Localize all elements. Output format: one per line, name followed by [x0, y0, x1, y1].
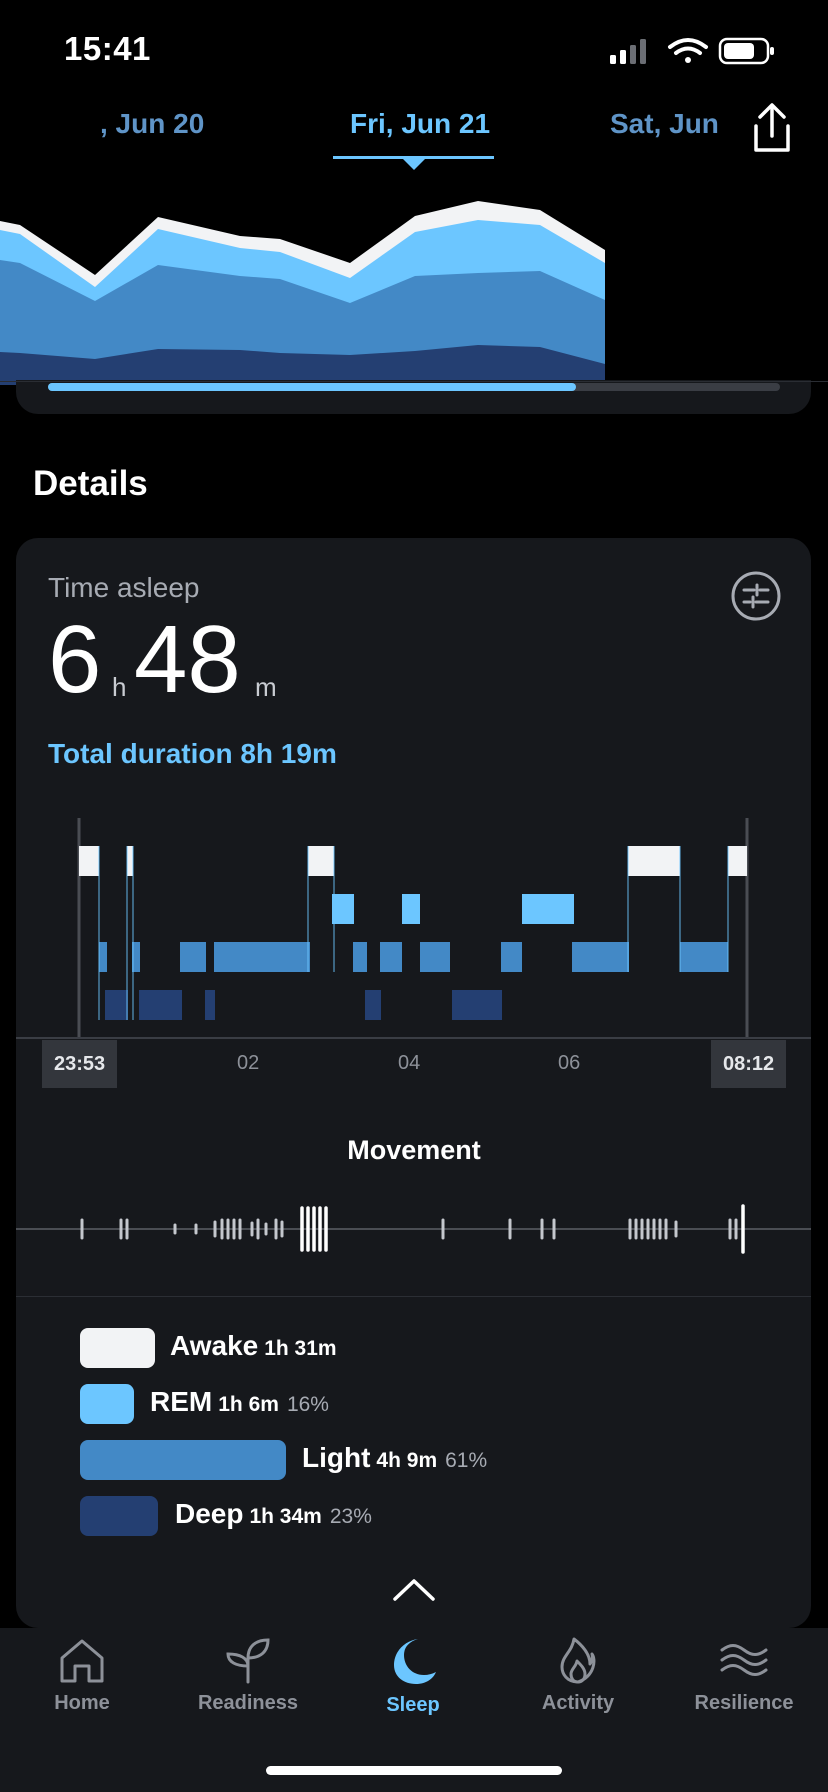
sliders-icon[interactable]	[730, 570, 782, 622]
details-title: Details	[33, 464, 148, 503]
weekly-sleep-area-chart[interactable]	[0, 180, 828, 385]
sleep-end-badge: 08:12	[711, 1040, 787, 1088]
tab-activity-label: Activity	[541, 1692, 615, 1714]
hypnogram-deep	[105, 990, 502, 1020]
movement-title: Movement	[347, 1135, 481, 1165]
home-indicator	[266, 1766, 562, 1775]
status-icons	[610, 37, 774, 65]
sleep-stage-hypnogram[interactable]	[16, 810, 811, 1090]
legend-deep-swatch	[80, 1496, 158, 1536]
asleep-minutes: 48	[134, 606, 241, 713]
tab-readiness[interactable]: Readiness	[183, 1636, 313, 1726]
tab-sleep-label: Sleep	[386, 1694, 440, 1716]
date-tab-next[interactable]: Sat, Jun	[610, 108, 720, 140]
legend-light-swatch	[80, 1440, 286, 1480]
legend-awake-swatch	[80, 1328, 155, 1368]
legend-divider	[16, 1296, 811, 1297]
chevron-up-icon[interactable]	[392, 1578, 436, 1602]
asleep-minutes-unit: m	[255, 672, 277, 702]
hypnogram-awake	[79, 846, 747, 876]
legend-rem-percent: 16%	[286, 1393, 329, 1416]
hypnogram-light	[99, 942, 728, 972]
moon-icon	[394, 1639, 436, 1684]
legend-awake-duration: 1h 31m	[264, 1337, 337, 1360]
home-icon	[60, 1639, 104, 1683]
movement-strip[interactable]	[16, 1200, 811, 1260]
date-prev-label: , Jun 20	[100, 108, 205, 139]
date-caret-icon	[402, 158, 426, 170]
tab-sleep[interactable]: Sleep	[348, 1636, 478, 1726]
time-asleep-label: Time asleep	[48, 572, 200, 603]
date-tab-current[interactable]: Fri, Jun 21	[350, 108, 490, 140]
hypnogram-boundaries	[16, 818, 811, 1039]
hypnogram-rem	[332, 894, 574, 924]
sleep-start-badge: 23:53	[42, 1040, 118, 1088]
tab-resilience-label: Resilience	[694, 1692, 794, 1714]
date-tab-prev[interactable]: , Jun 20	[100, 108, 280, 140]
asleep-hours-unit: h	[112, 672, 127, 702]
status-time: 15:41	[64, 30, 151, 67]
chart-baseline	[0, 381, 828, 382]
legend-light-duration: 4h 9m	[376, 1449, 438, 1472]
time-tick-04: 04	[398, 1052, 421, 1074]
tab-home-label: Home	[54, 1692, 110, 1714]
sprout-icon	[226, 1638, 270, 1684]
tab-home[interactable]: Home	[17, 1636, 147, 1726]
waves-icon	[720, 1644, 768, 1676]
legend-rem-swatch	[80, 1384, 134, 1424]
time-tick-06: 06	[558, 1052, 581, 1074]
legend-deep-duration: 1h 34m	[249, 1505, 322, 1528]
chart-scroll-thumb[interactable]	[48, 383, 576, 391]
total-duration: Total duration 8h 19m	[48, 738, 337, 769]
wifi-icon	[668, 38, 708, 63]
signal-icon	[610, 39, 646, 64]
asleep-hours: 6	[48, 606, 102, 713]
legend-deep-percent: 23%	[329, 1505, 372, 1528]
share-icon[interactable]	[748, 102, 796, 154]
legend-rem-name: REM	[150, 1386, 213, 1417]
tab-resilience[interactable]: Resilience	[679, 1636, 809, 1726]
legend-light-name: Light	[302, 1442, 371, 1473]
tab-activity[interactable]: Activity	[513, 1636, 643, 1726]
battery-icon	[718, 37, 774, 65]
tab-readiness-label: Readiness	[197, 1692, 299, 1714]
legend-deep-name: Deep	[175, 1498, 244, 1529]
legend-light-percent: 61%	[445, 1449, 488, 1472]
time-tick-02: 02	[237, 1052, 260, 1074]
legend-rem-duration: 1h 6m	[218, 1393, 279, 1416]
flame-icon	[560, 1637, 596, 1684]
legend-awake-name: Awake	[170, 1330, 259, 1361]
